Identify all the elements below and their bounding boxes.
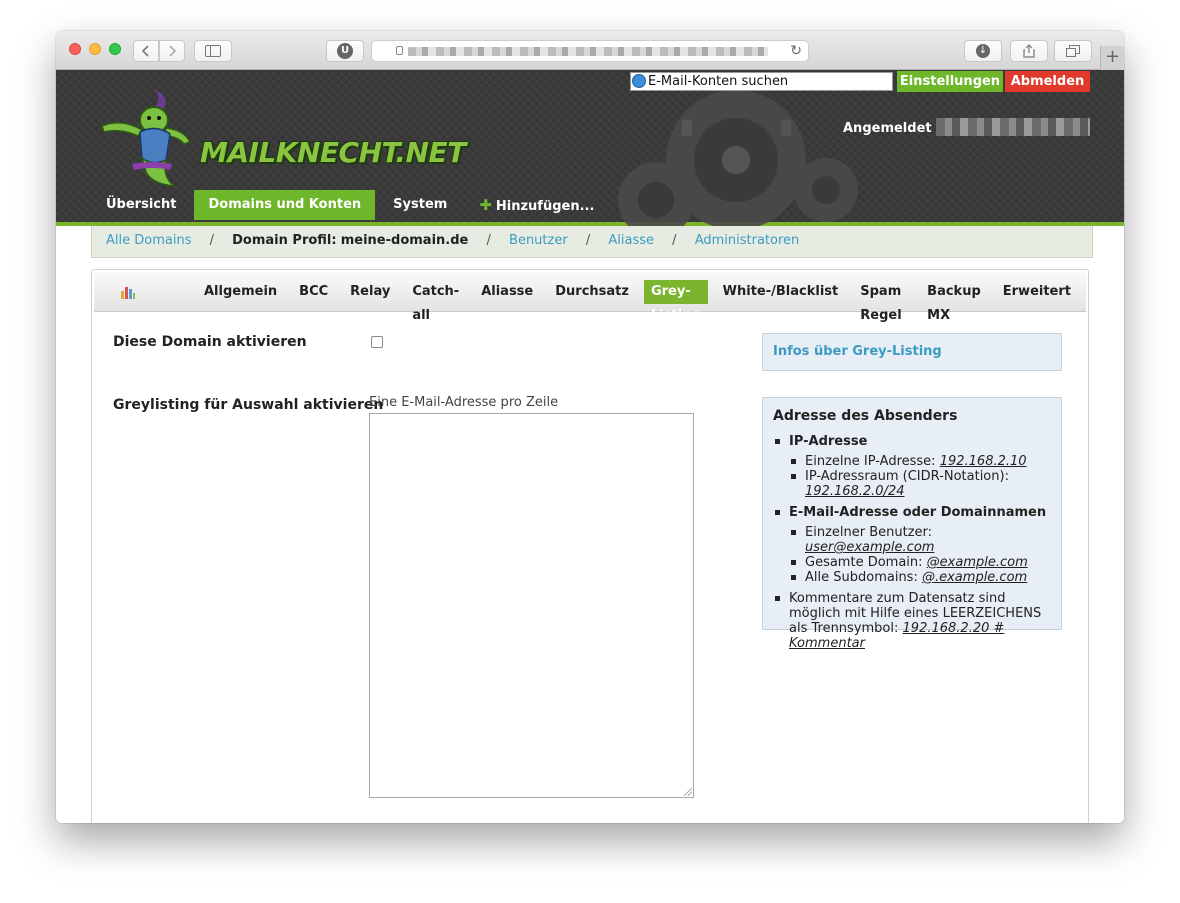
breadcrumb-all-domains[interactable]: Alle Domains — [106, 233, 191, 248]
tabs-overview-icon[interactable] — [1054, 40, 1092, 62]
search-icon — [632, 74, 646, 88]
nav-overview[interactable]: Übersicht — [92, 190, 190, 220]
greylisting-addresses-textarea[interactable] — [369, 413, 694, 798]
mail-heading: E-Mail-Adresse oder Domainnamen — [789, 505, 1047, 520]
close-window-button[interactable] — [69, 43, 81, 55]
tab-aliasse[interactable]: Aliasse — [474, 280, 540, 304]
breadcrumb-users[interactable]: Benutzer — [509, 233, 568, 248]
ip-range-label: IP-Adressraum (CIDR-Notation): — [805, 469, 1009, 484]
tab-catch-all[interactable]: Catch-all — [405, 280, 466, 323]
reader-extension-button[interactable]: U — [326, 40, 364, 62]
nav-add-label: Hinzufügen... — [495, 199, 595, 214]
address-bar[interactable]: ↻ — [371, 40, 809, 62]
tab-allgemein[interactable]: Allgemein — [197, 280, 284, 304]
breadcrumb-separator: / — [486, 233, 491, 248]
single-ip-example: 192.168.2.10 — [939, 454, 1027, 469]
domain-settings-panel: Allgemein BCC Relay Catch-all Aliasse Du… — [91, 269, 1089, 823]
logo[interactable]: MAILKNECHT.NET — [92, 90, 466, 190]
zoom-window-button[interactable] — [109, 43, 121, 55]
reload-icon[interactable]: ↻ — [790, 43, 802, 59]
tab-spam-regel[interactable]: Spam Regel — [853, 280, 912, 323]
tab-erweitert[interactable]: Erweitert — [996, 280, 1078, 304]
account-search-input[interactable]: E-Mail-Konten suchen — [630, 72, 893, 91]
breadcrumb-separator: / — [585, 233, 591, 248]
single-user-label: Einzelner Benutzer: — [805, 525, 933, 540]
browser-toolbar: U ↻ ↓ + — [56, 31, 1124, 70]
tab-relay[interactable]: Relay — [343, 280, 397, 304]
gears-decoration-icon — [618, 90, 858, 226]
sender-address-help: Adresse des Absenders IP-Adresse Einzeln… — [762, 397, 1062, 651]
ip-heading: IP-Adresse — [789, 434, 868, 449]
breadcrumb-separator: / — [672, 233, 677, 248]
sender-help-title: Adresse des Absenders — [773, 408, 958, 424]
breadcrumb-admins[interactable]: Administratoren — [695, 233, 800, 248]
list-item: E-Mail-Adresse oder Domainnamen Einzelne… — [773, 505, 1051, 585]
page-content: Alle Domains / Domain Profil: meine-doma… — [56, 226, 1124, 823]
redacted-username — [936, 118, 1090, 136]
ip-range-example: 192.168.2.0/24 — [805, 484, 905, 499]
tab-backup-mx[interactable]: Backup MX — [920, 280, 988, 323]
downloads-icon[interactable]: ↓ — [964, 40, 1002, 62]
extension-badge: U — [337, 43, 353, 59]
subdomains-label: Alle Subdomains: — [805, 570, 918, 585]
lock-icon — [396, 46, 403, 55]
single-user-example: user@example.com — [805, 540, 935, 555]
logo-text: MAILKNECHT.NET — [200, 136, 466, 169]
breadcrumb-profile-label: Domain Profil: — [232, 233, 337, 248]
search-value: E-Mail-Konten suchen — [648, 74, 789, 89]
breadcrumb-separator: / — [209, 233, 214, 248]
settings-tabs: Allgemein BCC Relay Catch-all Aliasse Du… — [197, 280, 1086, 323]
resize-grip-icon[interactable] — [684, 788, 692, 796]
whole-domain-label: Gesamte Domain: — [805, 555, 923, 570]
nav-domains-accounts[interactable]: Domains und Konten — [194, 190, 376, 220]
activate-domain-label: Diese Domain aktivieren — [113, 334, 307, 350]
settings-button[interactable]: Einstellungen — [897, 71, 1003, 92]
nav-add[interactable]: ✚ Hinzufügen... — [465, 190, 608, 220]
list-item: IP-Adresse Einzelne IP-Adresse: 192.168.… — [773, 434, 1051, 499]
list-item: Gesamte Domain: @example.com — [789, 555, 1051, 570]
tab-grey-listing[interactable]: Grey-Listing — [643, 280, 708, 323]
whole-domain-example: @example.com — [926, 555, 1028, 570]
minimize-window-button[interactable] — [89, 43, 101, 55]
tab-white-blacklist[interactable]: White-/Blacklist — [716, 280, 846, 304]
list-item: Alle Subdomains: @.example.com — [789, 570, 1051, 585]
site-header: E-Mail-Konten suchen Einstellungen Abmel… — [56, 70, 1124, 226]
forward-icon[interactable] — [159, 40, 185, 62]
textarea-hint: Eine E-Mail-Adresse pro Zeile — [369, 395, 559, 410]
breadcrumb-profile-domain: meine-domain.de — [340, 233, 469, 248]
greylisting-info-link[interactable]: Infos über Grey-Listing — [762, 333, 1062, 371]
list-item: Einzelne IP-Adresse: 192.168.2.10 — [789, 454, 1051, 469]
nav-system[interactable]: System — [379, 190, 461, 220]
activate-domain-checkbox[interactable] — [371, 336, 383, 348]
sidebar-icon[interactable] — [194, 40, 232, 62]
logout-button[interactable]: Abmelden — [1005, 71, 1090, 92]
single-ip-label: Einzelne IP-Adresse: — [805, 454, 936, 469]
new-tab-button[interactable]: + — [1100, 46, 1124, 70]
list-item: IP-Adressraum (CIDR-Notation): 192.168.2.… — [789, 469, 1051, 499]
browser-window: U ↻ ↓ + E-Mail-Konten suchen Einstellung… — [56, 31, 1124, 823]
breadcrumb: Alle Domains / Domain Profil: meine-doma… — [91, 226, 1093, 258]
tab-durchsatz[interactable]: Durchsatz — [548, 280, 636, 304]
list-item: Kommentare zum Datensatz sind möglich mi… — [773, 591, 1051, 651]
statistics-icon[interactable] — [120, 285, 136, 299]
tab-bcc[interactable]: BCC — [292, 280, 335, 304]
subdomains-example: @.example.com — [921, 570, 1028, 585]
genie-mascot-icon — [101, 90, 192, 187]
breadcrumb-aliases[interactable]: Aliasse — [608, 233, 654, 248]
settings-tabbar: Allgemein BCC Relay Catch-all Aliasse Du… — [94, 272, 1086, 323]
list-item: Einzelner Benutzer: user@example.com — [789, 525, 1051, 555]
share-icon[interactable] — [1010, 40, 1048, 62]
plus-icon: ✚ — [479, 196, 492, 214]
greylisting-label: Greylisting für Auswahl aktivieren — [113, 397, 384, 413]
back-icon[interactable] — [133, 40, 159, 62]
main-nav: Übersicht Domains und Konten System ✚ Hin… — [92, 190, 612, 220]
redacted-url — [408, 47, 768, 56]
